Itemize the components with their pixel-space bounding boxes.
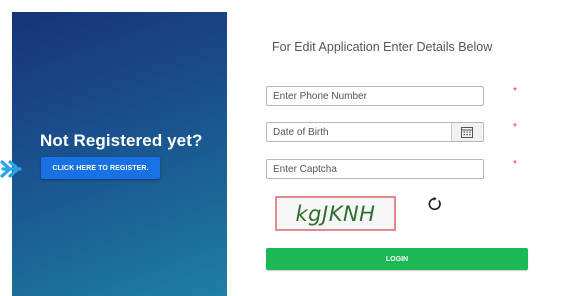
not-registered-heading: Not Registered yet? — [40, 131, 203, 150]
form-heading: For Edit Application Enter Details Below — [272, 40, 493, 54]
register-promo-panel — [12, 12, 227, 296]
required-marker: * — [513, 86, 517, 97]
phone-number-input[interactable] — [266, 86, 484, 106]
refresh-icon[interactable] — [427, 196, 443, 212]
captcha-image: kgJKNH — [275, 196, 396, 231]
arrow-right-icon — [0, 160, 22, 178]
login-button[interactable]: LOGIN — [266, 248, 528, 270]
captcha-text: kgJKNH — [295, 201, 376, 226]
required-marker: * — [513, 122, 517, 133]
calendar-button[interactable] — [451, 123, 482, 141]
required-marker: * — [513, 159, 517, 170]
calendar-icon — [461, 126, 473, 138]
register-button[interactable]: CLICK HERE TO REGISTER. — [41, 157, 160, 179]
captcha-input[interactable] — [266, 159, 484, 179]
top-strip — [0, 0, 561, 12]
